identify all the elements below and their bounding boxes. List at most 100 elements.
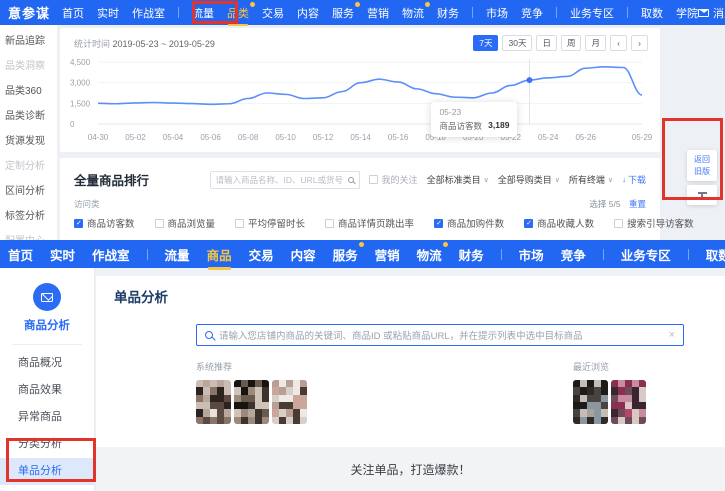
nav-divider bbox=[627, 7, 628, 18]
notification-dot-icon bbox=[355, 2, 360, 7]
nav-tab[interactable]: 取数 bbox=[706, 245, 725, 264]
nav-tab[interactable]: 实时 bbox=[97, 5, 119, 21]
product-rank-card: 全量商品排行 请输入商品名称、ID、URL或货号 我的关注 全部标准类目 ∨ bbox=[60, 158, 660, 240]
search-placeholder: 请输入商品名称、ID、URL或货号 bbox=[216, 174, 344, 186]
tooltip-value: 3,189 bbox=[488, 120, 509, 132]
visitor-trend-chart[interactable]: 01,5003,0004,50004-3005-0205-0405-0605-0… bbox=[68, 54, 652, 150]
nav-tab[interactable]: 竞争 bbox=[561, 245, 586, 264]
filter-select[interactable]: 所有终端 ∨ bbox=[569, 173, 613, 186]
metric-checkbox[interactable]: 商品详情页跳出率 bbox=[325, 216, 414, 230]
nav-tab[interactable]: 商品 bbox=[207, 245, 232, 264]
svg-text:05-24: 05-24 bbox=[538, 133, 559, 142]
metric-checkbox[interactable]: 商品浏览量 bbox=[155, 216, 216, 230]
messages-entry[interactable]: 消息 bbox=[698, 5, 725, 21]
filter-select[interactable]: 全部导购类目 ∨ bbox=[498, 173, 560, 186]
back-to-old-version-button[interactable]: 返回 旧版 bbox=[687, 150, 717, 181]
sidebar-item[interactable]: 商品概况 bbox=[0, 350, 94, 377]
nav-tab[interactable]: 市场 bbox=[486, 5, 508, 21]
nav-tab[interactable]: 作战室 bbox=[92, 245, 130, 264]
date-range-button[interactable]: 30天 bbox=[502, 35, 532, 51]
nav-tab[interactable]: 学院 bbox=[676, 5, 698, 21]
nav-tab[interactable]: 交易 bbox=[262, 5, 284, 21]
date-range-button[interactable]: 月 bbox=[585, 35, 606, 51]
nav-tab[interactable]: 财务 bbox=[437, 5, 459, 21]
nav-tab[interactable]: 业务专区 bbox=[621, 245, 671, 264]
nav-tab[interactable]: 服务 bbox=[333, 245, 358, 264]
checkbox-icon bbox=[235, 219, 244, 228]
search-icon bbox=[348, 177, 354, 183]
sidebar-item[interactable]: 标签分析 bbox=[5, 207, 57, 222]
sidebar-item[interactable]: 品类洞察 bbox=[5, 57, 57, 72]
date-range-button[interactable]: › bbox=[631, 35, 648, 51]
nav-tab[interactable]: 内容 bbox=[291, 245, 316, 264]
metric-checkbox[interactable]: 搜索引导访客数 bbox=[614, 216, 694, 230]
nav-tab[interactable]: 市场 bbox=[519, 245, 544, 264]
date-range-button[interactable]: 周 bbox=[561, 35, 582, 51]
nav-tab[interactable]: 取数 bbox=[641, 5, 663, 21]
nav-divider bbox=[501, 249, 502, 260]
nav-tab[interactable]: 营销 bbox=[367, 5, 389, 21]
bottom-nav-items: 首页 实时 作战室 流量 商品 交易 bbox=[8, 245, 725, 264]
product-thumbnail[interactable] bbox=[573, 380, 608, 424]
sidebar-item[interactable]: 区间分析 bbox=[5, 182, 57, 197]
nav-tab[interactable]: 流量 bbox=[192, 5, 214, 21]
my-follow-checkbox[interactable]: 我的关注 bbox=[369, 173, 418, 186]
nav-tab[interactable]: 物流 bbox=[402, 5, 424, 21]
product-search-input[interactable]: 请输入商品名称、ID、URL或货号 bbox=[210, 171, 360, 189]
svg-text:4,500: 4,500 bbox=[70, 58, 91, 67]
product-thumbnail[interactable] bbox=[234, 380, 269, 424]
sidebar-item[interactable]: 单品分析 bbox=[0, 458, 94, 485]
envelope-icon bbox=[41, 293, 53, 302]
back-to-top-button[interactable] bbox=[687, 185, 717, 205]
nav-tab[interactable]: 服务 bbox=[332, 5, 354, 21]
svg-text:1,500: 1,500 bbox=[70, 99, 91, 108]
message-icon bbox=[698, 9, 709, 17]
metric-checkbox[interactable]: 商品访客数 bbox=[74, 216, 135, 230]
nav-tab[interactable]: 财务 bbox=[459, 245, 484, 264]
product-analysis-module-icon bbox=[33, 283, 61, 311]
notification-dot-icon bbox=[425, 2, 430, 7]
nav-tab[interactable]: 首页 bbox=[8, 245, 33, 264]
system-recommend-label: 系统推荐 bbox=[196, 360, 307, 373]
product-thumbnail[interactable] bbox=[272, 380, 307, 424]
nav-tab[interactable]: 品类 bbox=[227, 5, 249, 21]
metric-checkbox[interactable]: 商品收藏人数 bbox=[524, 216, 594, 230]
nav-tab[interactable]: 交易 bbox=[249, 245, 274, 264]
nav-tab[interactable]: 实时 bbox=[50, 245, 75, 264]
sidebar-item[interactable]: 品类诊断 bbox=[5, 107, 57, 122]
nav-tab[interactable]: 流量 bbox=[165, 245, 190, 264]
nav-tab[interactable]: 内容 bbox=[297, 5, 319, 21]
module-name: 商品分析 bbox=[0, 317, 94, 333]
date-range-button[interactable]: 日 bbox=[536, 35, 557, 51]
sidebar-item[interactable]: 分类分析 bbox=[0, 431, 94, 458]
chevron-down-icon: ∨ bbox=[608, 176, 613, 184]
sidebar-item[interactable]: 异常商品 bbox=[0, 404, 94, 431]
page-title: 单品分析 bbox=[114, 286, 168, 306]
sidebar-item[interactable]: 配置中心 bbox=[5, 232, 57, 240]
nav-divider bbox=[472, 7, 473, 18]
sidebar-item[interactable]: 新品追踪 bbox=[5, 32, 57, 47]
item-search-box[interactable]: 请输入您店铺内商品的关键词、商品ID 或粘贴商品URL，并在提示列表中选中目标商… bbox=[196, 324, 684, 346]
nav-tab[interactable]: 作战室 bbox=[132, 5, 165, 21]
nav-tab[interactable]: 竞争 bbox=[521, 5, 543, 21]
category-dashboard-page: 意参谋 首页 实时 作战室 流量 品类 bbox=[0, 0, 725, 240]
nav-tab[interactable]: 业务专区 bbox=[570, 5, 614, 21]
download-icon: ↓ bbox=[622, 175, 626, 184]
nav-tab[interactable]: 物流 bbox=[417, 245, 442, 264]
nav-tab[interactable]: 营销 bbox=[375, 245, 400, 264]
date-range-button[interactable]: 7天 bbox=[473, 35, 498, 51]
download-link[interactable]: ↓ 下载 bbox=[622, 173, 646, 186]
date-range-button[interactable]: ‹ bbox=[610, 35, 627, 51]
nav-tab[interactable]: 首页 bbox=[62, 5, 84, 21]
metric-checkbox[interactable]: 商品加购件数 bbox=[434, 216, 504, 230]
reset-link[interactable]: 重置 bbox=[629, 199, 646, 209]
product-thumbnail[interactable] bbox=[611, 380, 646, 424]
sidebar-item[interactable]: 品类360 bbox=[5, 82, 57, 97]
sidebar-item[interactable]: 定制分析 bbox=[5, 157, 57, 172]
sidebar-item[interactable]: 货源发现 bbox=[5, 132, 57, 147]
sidebar-item[interactable]: 商品效果 bbox=[0, 377, 94, 404]
filter-select[interactable]: 全部标准类目 ∨ bbox=[427, 173, 489, 186]
metric-checkbox[interactable]: 平均停留时长 bbox=[235, 216, 305, 230]
clear-icon[interactable]: × bbox=[669, 330, 675, 341]
product-thumbnail[interactable] bbox=[196, 380, 231, 424]
